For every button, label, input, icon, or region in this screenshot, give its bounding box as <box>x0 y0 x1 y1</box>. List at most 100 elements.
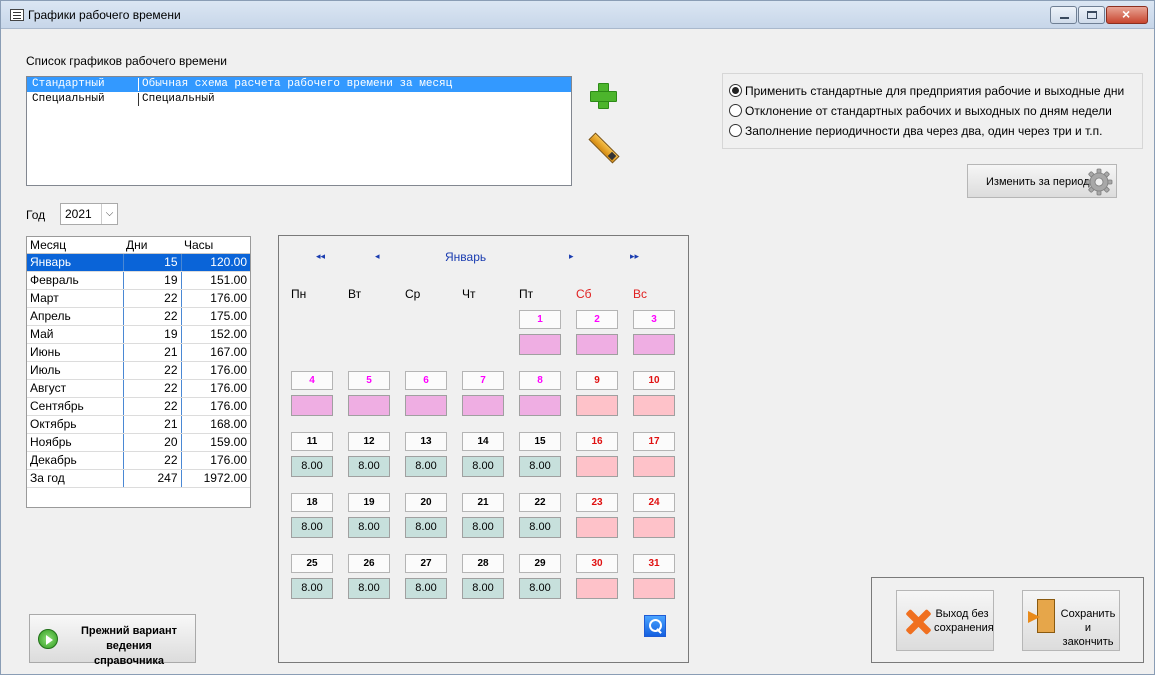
calendar-day-hours[interactable]: 8.00 <box>519 517 561 538</box>
old-variant-button[interactable]: Прежний вариант ведения справочника <box>29 614 196 667</box>
calendar-day-hours[interactable]: 8.00 <box>348 517 390 538</box>
next-month-arrow[interactable]: ▸ <box>569 251 574 262</box>
calendar-day-hours[interactable]: 8.00 <box>462 456 504 477</box>
maximize-button[interactable] <box>1078 6 1105 24</box>
calendar-day-number[interactable]: 1 <box>519 310 561 329</box>
calendar-day-hours[interactable] <box>633 517 675 538</box>
exit-without-saving-button[interactable]: Выход без сохранения <box>896 590 994 651</box>
table-row[interactable]: Июль 22 176.00 <box>27 361 250 380</box>
add-schedule-button[interactable] <box>587 80 617 110</box>
calendar-day-hours[interactable] <box>291 395 333 416</box>
calendar-day-hours[interactable] <box>576 395 618 416</box>
table-row[interactable]: Февраль 19 151.00 <box>27 271 250 290</box>
save-and-finish-button[interactable]: Сохранить и закончить <box>1022 590 1120 651</box>
calendar-day-hours[interactable]: 8.00 <box>462 578 504 599</box>
calendar-day-number[interactable]: 29 <box>519 554 561 573</box>
calendar-day-number[interactable]: 8 <box>519 371 561 390</box>
calendar-day-number[interactable]: 24 <box>633 493 675 512</box>
calendar-day-hours[interactable] <box>576 456 618 477</box>
calendar-day-hours[interactable]: 8.00 <box>405 456 447 477</box>
calendar-day-number[interactable]: 23 <box>576 493 618 512</box>
calendar-day-number[interactable]: 13 <box>405 432 447 451</box>
calendar-day-number[interactable]: 17 <box>633 432 675 451</box>
table-row[interactable]: Октябрь 21 168.00 <box>27 415 250 434</box>
calendar-day-hours[interactable] <box>633 578 675 599</box>
calendar-day-number[interactable]: 26 <box>348 554 390 573</box>
chevron-down-icon[interactable]: ⌵ <box>101 204 117 224</box>
calendar-day-number[interactable]: 7 <box>462 371 504 390</box>
year-select[interactable]: 2021 ⌵ <box>60 203 118 225</box>
column-header[interactable]: Часы <box>181 237 250 254</box>
table-row[interactable]: Апрель 22 175.00 <box>27 307 250 326</box>
calendar-day-number[interactable]: 6 <box>405 371 447 390</box>
calendar-day-hours[interactable]: 8.00 <box>291 578 333 599</box>
calendar-day-number[interactable]: 19 <box>348 493 390 512</box>
calendar-day-number[interactable]: 5 <box>348 371 390 390</box>
calendar-day-hours[interactable] <box>519 334 561 355</box>
zoom-button[interactable] <box>644 615 666 637</box>
calendar-day-number[interactable]: 21 <box>462 493 504 512</box>
calendar-day-hours[interactable]: 8.00 <box>291 456 333 477</box>
calendar-day-hours[interactable] <box>633 456 675 477</box>
calendar-day-number[interactable]: 9 <box>576 371 618 390</box>
calendar-day-hours[interactable] <box>405 395 447 416</box>
edit-schedule-button[interactable] <box>587 129 617 159</box>
calendar-day-hours[interactable] <box>576 578 618 599</box>
calendar-day-number[interactable]: 18 <box>291 493 333 512</box>
column-header[interactable]: Дни <box>123 237 181 254</box>
calendar-day-number[interactable]: 11 <box>291 432 333 451</box>
calendar-day-hours[interactable]: 8.00 <box>291 517 333 538</box>
calendar-day-number[interactable]: 22 <box>519 493 561 512</box>
table-row[interactable]: Август 22 176.00 <box>27 379 250 398</box>
calendar-day-hours[interactable] <box>519 395 561 416</box>
calendar-day-number[interactable]: 2 <box>576 310 618 329</box>
calendar-day-hours[interactable] <box>462 395 504 416</box>
table-row[interactable]: Декабрь 22 176.00 <box>27 451 250 470</box>
calendar-day-hours[interactable] <box>633 334 675 355</box>
column-header[interactable]: Месяц <box>27 237 123 254</box>
radio-button[interactable] <box>729 104 742 118</box>
table-row[interactable]: Ноябрь 20 159.00 <box>27 433 250 452</box>
calendar-day-number[interactable]: 14 <box>462 432 504 451</box>
calendar-day-number[interactable]: 16 <box>576 432 618 451</box>
calendar-day-number[interactable]: 28 <box>462 554 504 573</box>
calendar-day-hours[interactable]: 8.00 <box>405 517 447 538</box>
calendar-day-number[interactable]: 12 <box>348 432 390 451</box>
radio-button[interactable] <box>729 124 742 138</box>
table-row[interactable]: Июнь 21 167.00 <box>27 343 250 362</box>
calendar-day-hours[interactable]: 8.00 <box>462 517 504 538</box>
schedule-list-item[interactable]: Стандартный Обычная схема расчета рабоче… <box>27 77 571 92</box>
last-month-arrow[interactable]: ▸▸ <box>630 251 639 262</box>
radio-button[interactable] <box>729 84 742 98</box>
close-window-button[interactable]: × <box>1106 6 1148 24</box>
table-row[interactable]: Январь 15 120.00 <box>27 253 250 272</box>
calendar-day-number[interactable]: 30 <box>576 554 618 573</box>
schedule-list-item[interactable]: Специальный Специальный <box>27 92 571 107</box>
calendar-day-hours[interactable]: 8.00 <box>348 578 390 599</box>
calendar-day-hours[interactable] <box>348 395 390 416</box>
calendar-day-number[interactable]: 20 <box>405 493 447 512</box>
calendar-day-hours[interactable]: 8.00 <box>519 456 561 477</box>
calendar-day-hours[interactable] <box>576 334 618 355</box>
change-period-button[interactable]: Изменить за период <box>967 164 1117 198</box>
calendar-day-hours[interactable]: 8.00 <box>405 578 447 599</box>
calendar-day-hours[interactable]: 8.00 <box>348 456 390 477</box>
calendar-day-number[interactable]: 27 <box>405 554 447 573</box>
minimize-button[interactable] <box>1050 6 1077 24</box>
title-bar[interactable]: Графики рабочего времени × <box>1 1 1154 29</box>
calendar-day-number[interactable]: 31 <box>633 554 675 573</box>
calendar-day-number[interactable]: 15 <box>519 432 561 451</box>
table-row[interactable]: Март 22 176.00 <box>27 289 250 308</box>
calendar-day-hours[interactable] <box>633 395 675 416</box>
table-row[interactable]: Сентябрь 22 176.00 <box>27 397 250 416</box>
calendar-day-hours[interactable] <box>576 517 618 538</box>
table-row[interactable]: За год 247 1972.00 <box>27 469 250 488</box>
first-month-arrow[interactable]: ◂◂ <box>316 251 325 262</box>
calendar-day-number[interactable]: 4 <box>291 371 333 390</box>
calendar-day-number[interactable]: 25 <box>291 554 333 573</box>
calendar-day-number[interactable]: 10 <box>633 371 675 390</box>
prev-month-arrow[interactable]: ◂ <box>375 251 380 262</box>
calendar-day-hours[interactable]: 8.00 <box>519 578 561 599</box>
table-row[interactable]: Май 19 152.00 <box>27 325 250 344</box>
calendar-day-number[interactable]: 3 <box>633 310 675 329</box>
